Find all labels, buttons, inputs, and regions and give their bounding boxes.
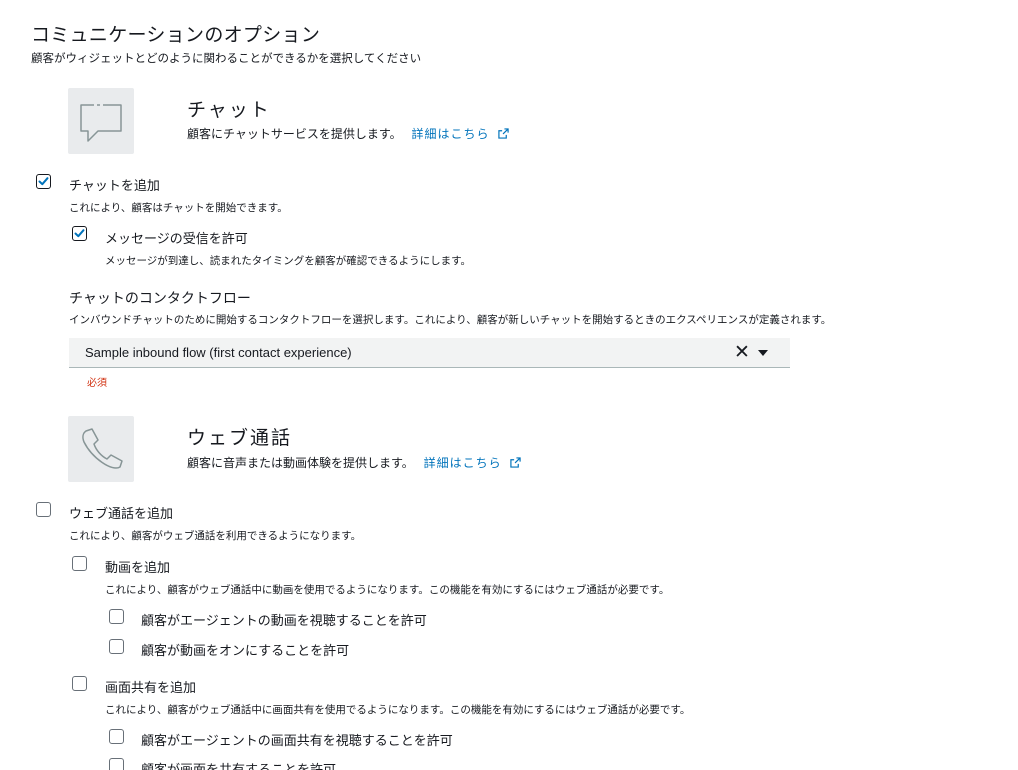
chat-flow-desc: インバウンドチャットのために開始するコンタクトフローを選択します。これにより、顧… xyxy=(69,314,832,326)
add-chat-label: チャットを追加 xyxy=(69,179,160,194)
view-agent-screenshare-checkbox[interactable] xyxy=(109,729,124,744)
external-link-icon xyxy=(498,128,510,139)
check-icon xyxy=(74,229,85,238)
chevron-down-icon[interactable] xyxy=(758,350,768,356)
add-chat-checkbox[interactable] xyxy=(36,174,51,189)
view-agent-screenshare-label: 顧客がエージェントの画面共有を視聴することを許可 xyxy=(141,734,453,749)
chat-bubble-icon xyxy=(80,103,122,142)
clear-icon[interactable]: ✕ xyxy=(734,341,750,363)
add-screenshare-checkbox[interactable] xyxy=(72,676,87,691)
required-text: 必須 xyxy=(87,378,107,389)
check-icon xyxy=(38,177,49,186)
add-webcall-checkbox[interactable] xyxy=(36,502,51,517)
customer-video-label: 顧客が動画をオンにすることを許可 xyxy=(141,644,350,659)
external-link-icon xyxy=(510,457,522,468)
webcall-learn-more-label: 詳細はこちら xyxy=(423,456,502,470)
customer-video-checkbox[interactable] xyxy=(109,639,124,654)
webcall-desc: 顧客に音声または動画体験を提供します。 xyxy=(187,456,414,470)
message-receipts-label: メッセージの受信を許可 xyxy=(105,232,248,247)
add-video-desc: これにより、顧客がウェブ通話中に動画を使用でるようになります。この機能を有効にす… xyxy=(105,584,670,596)
add-webcall-desc: これにより、顧客がウェブ通話を利用できるようになります。 xyxy=(69,530,362,542)
view-agent-video-label: 顧客がエージェントの動画を視聴することを許可 xyxy=(141,614,427,629)
add-screenshare-desc: これにより、顧客がウェブ通話中に画面共有を使用でるようになります。この機能を有効… xyxy=(105,704,691,716)
webcall-title: ウェブ通話 xyxy=(187,427,293,449)
chat-desc: 顧客にチャットサービスを提供します。 xyxy=(187,127,402,141)
page-title: コミュニケーションのオプション xyxy=(31,24,321,46)
add-chat-desc: これにより、顧客はチャットを開始できます。 xyxy=(69,202,288,214)
customer-screenshare-label: 顧客が画面を共有することを許可 xyxy=(141,759,336,770)
chat-tile xyxy=(68,88,134,154)
chat-flow-value: Sample inbound flow (first contact exper… xyxy=(85,345,352,360)
phone-icon xyxy=(82,428,123,469)
message-receipts-checkbox[interactable] xyxy=(72,226,87,241)
chat-title: チャット xyxy=(187,99,271,121)
chat-desc-line: 顧客にチャットサービスを提供します。 詳細はこちら xyxy=(187,125,510,142)
message-receipts-desc: メッセージが到達し、読まれたタイミングを顧客が確認できるようにします。 xyxy=(105,255,472,267)
page-subtitle: 顧客がウィジェットとどのように関わることができるかを選択してください xyxy=(31,51,422,65)
add-video-checkbox[interactable] xyxy=(72,556,87,571)
chat-flow-select[interactable]: Sample inbound flow (first contact exper… xyxy=(69,338,790,368)
webcall-desc-line: 顧客に音声または動画体験を提供します。 詳細はこちら xyxy=(187,454,522,471)
chat-learn-more-link[interactable]: 詳細はこちら xyxy=(412,127,510,141)
view-agent-video-checkbox[interactable] xyxy=(109,609,124,624)
chat-learn-more-label: 詳細はこちら xyxy=(411,127,490,141)
customer-screenshare-checkbox[interactable] xyxy=(109,758,124,770)
add-video-label: 動画を追加 xyxy=(105,561,171,576)
webcall-learn-more-link[interactable]: 詳細はこちら xyxy=(424,456,522,470)
add-webcall-label: ウェブ通話を追加 xyxy=(69,507,174,522)
add-screenshare-label: 画面共有を追加 xyxy=(105,681,197,696)
webcall-tile xyxy=(68,416,134,482)
chat-flow-heading: チャットのコンタクトフロー xyxy=(69,291,251,307)
